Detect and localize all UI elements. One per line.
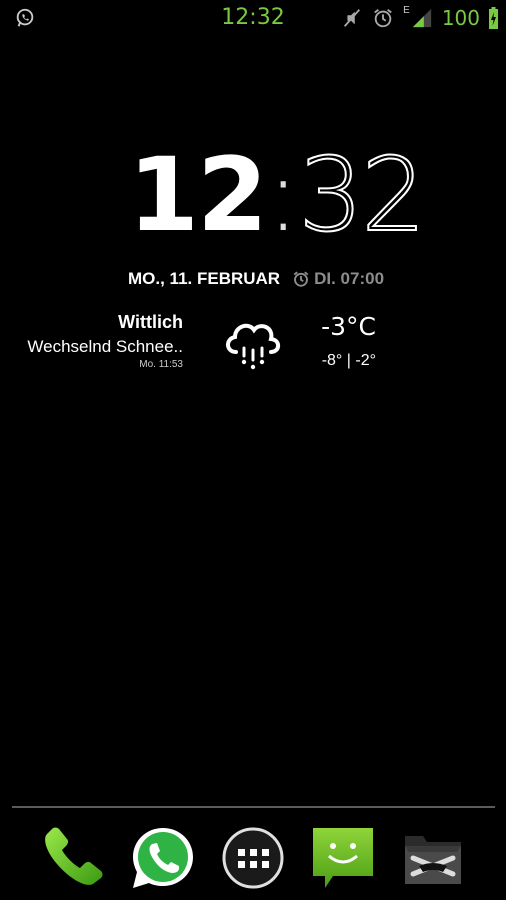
whatsapp-icon[interactable] xyxy=(127,822,199,894)
clock-hours: 12 xyxy=(128,136,268,255)
signal-icon xyxy=(412,8,431,28)
dock xyxy=(0,818,506,900)
mute-icon xyxy=(344,9,361,27)
alarm-icon xyxy=(374,9,392,28)
weather-range: -8° | -2° xyxy=(321,352,376,369)
clock-time: 12:32 xyxy=(128,144,427,248)
weather-updated: Mo. 11:53 xyxy=(139,359,183,370)
network-type: E xyxy=(403,4,410,16)
status-bar[interactable]: 12:32 E 100 xyxy=(0,0,506,36)
clock-widget[interactable]: 12:32 xyxy=(0,144,506,255)
weather-temperature: -3°C xyxy=(321,312,376,341)
next-alarm: DI. 07:00 xyxy=(292,269,384,289)
battery-percent: 100 xyxy=(441,6,480,30)
weather-description: Wechselnd Schnee.. xyxy=(27,337,183,356)
clock-colon: : xyxy=(265,136,300,255)
status-icons: E 100 xyxy=(341,5,498,31)
snow-cloud-icon xyxy=(226,323,281,370)
weather-city: Wittlich xyxy=(118,312,183,332)
phone-icon[interactable] xyxy=(37,822,109,894)
alarm-time: DI. 07:00 xyxy=(314,269,385,288)
app-drawer-icon[interactable] xyxy=(217,822,289,894)
dock-divider xyxy=(12,806,495,808)
pirate-app-icon[interactable] xyxy=(397,822,469,894)
home-screen: 12:32 E 100 12:32 MO., 11. FEBRUAR DI. 0… xyxy=(0,0,506,900)
messaging-icon[interactable] xyxy=(307,822,379,894)
date-text: MO., 11. FEBRUAR xyxy=(128,269,281,288)
battery-charging-icon xyxy=(489,7,498,29)
clock-minutes: 32 xyxy=(297,136,427,255)
alarm-icon xyxy=(293,271,309,287)
date-row[interactable]: MO., 11. FEBRUAR DI. 07:00 xyxy=(128,268,384,290)
